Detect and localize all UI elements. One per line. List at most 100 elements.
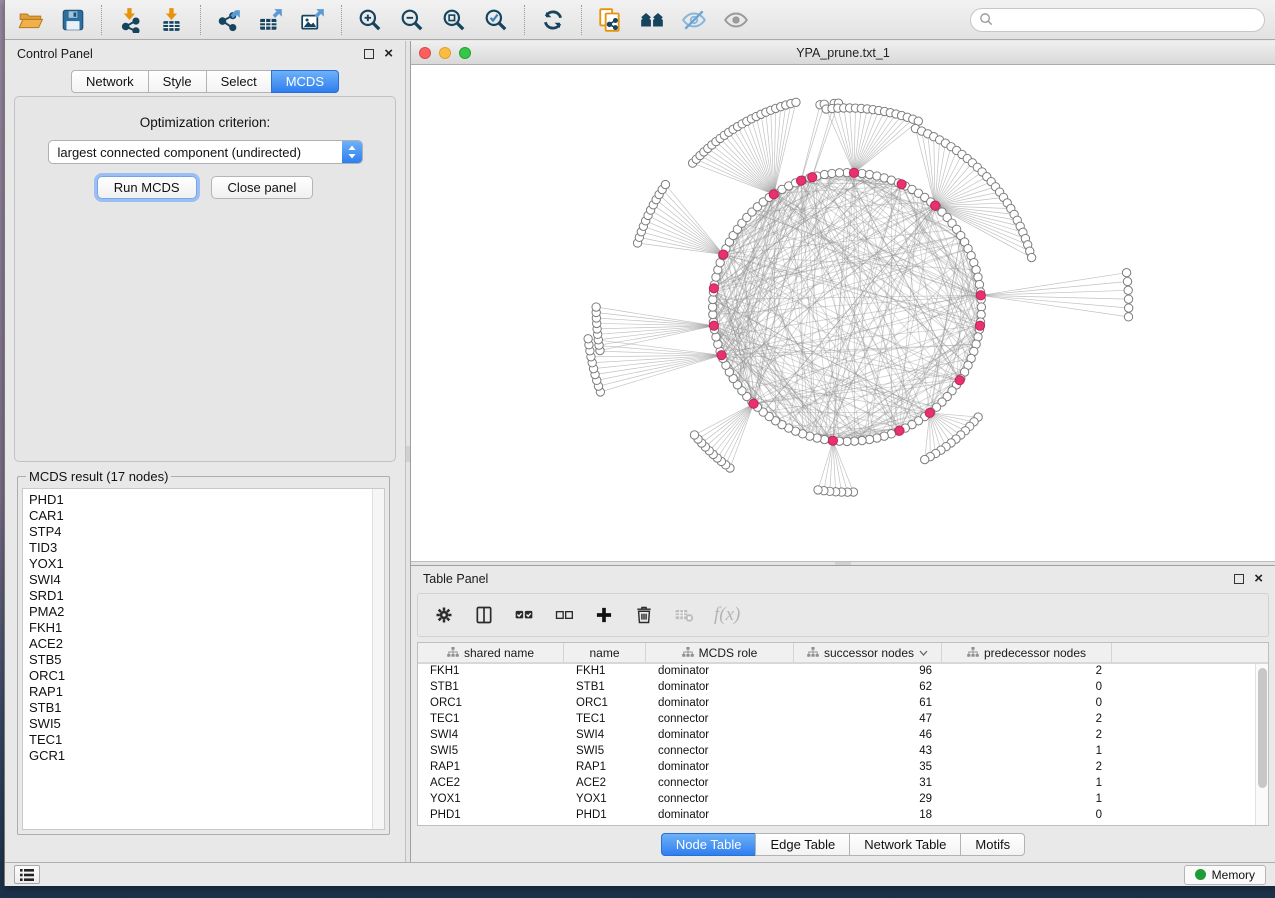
cell-name: RAP1 xyxy=(564,760,646,776)
mcds-result-item[interactable]: PMA2 xyxy=(29,604,384,620)
search-input[interactable] xyxy=(994,13,1256,27)
search-box[interactable] xyxy=(970,8,1265,32)
new-network-from-selection-icon[interactable] xyxy=(596,6,624,34)
hide-selected-icon[interactable] xyxy=(680,6,708,34)
mcds-result-item[interactable]: SRD1 xyxy=(29,588,384,604)
column-type-icon xyxy=(967,647,979,658)
memory-button[interactable]: Memory xyxy=(1184,865,1266,885)
delete-columns-icon[interactable] xyxy=(634,605,654,625)
mcds-result-item[interactable]: YOX1 xyxy=(29,556,384,572)
tab-network-table[interactable]: Network Table xyxy=(849,833,960,856)
save-session-icon[interactable] xyxy=(59,6,87,34)
table-row[interactable]: YOX1YOX1connector291 xyxy=(418,792,1268,808)
export-table-icon[interactable] xyxy=(257,6,285,34)
mcds-result-item[interactable]: STB1 xyxy=(29,700,384,716)
float-panel-icon[interactable] xyxy=(1234,574,1244,584)
import-network-file-icon[interactable] xyxy=(116,6,144,34)
cell-successor-nodes: 61 xyxy=(794,696,942,712)
cell-MCDS-role: connector xyxy=(646,776,794,792)
refresh-network-icon[interactable] xyxy=(539,6,567,34)
mcds-result-item[interactable]: FKH1 xyxy=(29,620,384,636)
toggle-columns-icon[interactable] xyxy=(474,605,494,625)
mcds-result-item[interactable]: GCR1 xyxy=(29,748,384,764)
table-scrollbar[interactable] xyxy=(1255,664,1268,825)
table-row[interactable]: FKH1FKH1dominator962 xyxy=(418,664,1268,680)
tab-style[interactable]: Style xyxy=(148,70,206,93)
deselect-all-rows-icon[interactable] xyxy=(554,605,574,625)
close-panel-icon[interactable]: × xyxy=(1254,574,1263,584)
column-header-successor-nodes[interactable]: successor nodes xyxy=(794,643,942,662)
table-row[interactable]: ACE2ACE2connector311 xyxy=(418,776,1268,792)
mcds-result-item[interactable]: TEC1 xyxy=(29,732,384,748)
zoom-fit-icon[interactable] xyxy=(440,6,468,34)
export-network-icon[interactable] xyxy=(215,6,243,34)
table-row[interactable]: SWI5SWI5connector431 xyxy=(418,744,1268,760)
zoom-out-icon[interactable] xyxy=(398,6,426,34)
tab-network[interactable]: Network xyxy=(71,70,148,93)
mcds-result-item[interactable]: TID3 xyxy=(29,540,384,556)
table-header-row: shared namenameMCDS rolesuccessor nodesp… xyxy=(418,643,1268,664)
cell-MCDS-role: connector xyxy=(646,744,794,760)
cell-successor-nodes: 18 xyxy=(794,808,942,824)
close-panel-icon[interactable]: × xyxy=(384,49,393,59)
network-view-window: YPA_prune.txt_1 xyxy=(411,41,1275,561)
mcds-result-group: MCDS result (17 nodes) PHD1CAR1STP4TID3Y… xyxy=(17,469,390,835)
table-toolbar: f(x) xyxy=(417,593,1269,637)
network-graph-canvas[interactable] xyxy=(411,65,1275,560)
close-panel-button[interactable]: Close panel xyxy=(211,176,314,199)
run-mcds-button[interactable]: Run MCDS xyxy=(97,176,197,199)
show-all-icon[interactable] xyxy=(722,6,750,34)
network-window-titlebar[interactable]: YPA_prune.txt_1 xyxy=(411,41,1275,65)
cell-name: ORC1 xyxy=(564,696,646,712)
table-row[interactable]: TEC1TEC1connector472 xyxy=(418,712,1268,728)
sort-descending-icon xyxy=(919,650,928,656)
cell-name: ACE2 xyxy=(564,776,646,792)
table-row[interactable]: RAP1RAP1dominator352 xyxy=(418,760,1268,776)
mcds-result-item[interactable]: RAP1 xyxy=(29,684,384,700)
table-row[interactable]: ORC1ORC1dominator610 xyxy=(418,696,1268,712)
column-header-name[interactable]: name xyxy=(564,643,646,662)
tab-mcds[interactable]: MCDS xyxy=(271,70,339,93)
list-scrollbar[interactable] xyxy=(372,489,384,829)
mcds-result-item[interactable]: SWI5 xyxy=(29,716,384,732)
status-menu-button[interactable] xyxy=(14,865,40,884)
mcds-result-item[interactable]: STB5 xyxy=(29,652,384,668)
column-header-MCDS-role[interactable]: MCDS role xyxy=(646,643,794,662)
mcds-result-item[interactable]: ACE2 xyxy=(29,636,384,652)
zoom-selected-icon[interactable] xyxy=(482,6,510,34)
table-mode-gear-icon[interactable] xyxy=(434,605,454,625)
memory-label: Memory xyxy=(1212,868,1255,882)
search-icon xyxy=(979,12,994,27)
float-panel-icon[interactable] xyxy=(364,49,374,59)
tab-motifs[interactable]: Motifs xyxy=(960,833,1025,856)
cell-shared-name: PHD1 xyxy=(418,808,564,824)
tab-node-table[interactable]: Node Table xyxy=(661,833,756,856)
table-row[interactable]: PHD1PHD1dominator180 xyxy=(418,808,1268,824)
mcds-result-list[interactable]: PHD1CAR1STP4TID3YOX1SWI4SRD1PMA2FKH1ACE2… xyxy=(22,488,385,830)
mcds-result-item[interactable]: PHD1 xyxy=(29,492,384,508)
column-header-shared-name[interactable]: shared name xyxy=(418,643,564,662)
cell-name: TEC1 xyxy=(564,712,646,728)
table-row[interactable]: SWI4SWI4dominator462 xyxy=(418,728,1268,744)
cell-MCDS-role: dominator xyxy=(646,760,794,776)
table-row[interactable]: STB1STB1dominator620 xyxy=(418,680,1268,696)
export-image-icon[interactable] xyxy=(299,6,327,34)
mcds-result-item[interactable]: SWI4 xyxy=(29,572,384,588)
mcds-result-item[interactable]: ORC1 xyxy=(29,668,384,684)
mcds-result-item[interactable]: CAR1 xyxy=(29,508,384,524)
table-panel-tabs: Node TableEdge TableNetwork TableMotifs xyxy=(411,833,1275,856)
first-neighbors-icon[interactable] xyxy=(638,6,666,34)
import-table-file-icon[interactable] xyxy=(158,6,186,34)
tab-select[interactable]: Select xyxy=(206,70,271,93)
tab-edge-table[interactable]: Edge Table xyxy=(755,833,849,856)
cell-MCDS-role: dominator xyxy=(646,664,794,680)
column-header-predecessor-nodes[interactable]: predecessor nodes xyxy=(942,643,1112,662)
optimization-criterion-select[interactable]: largest connected component (undirected) xyxy=(48,140,363,164)
add-column-icon[interactable] xyxy=(594,605,614,625)
open-folder-icon[interactable] xyxy=(17,6,45,34)
select-all-rows-icon[interactable] xyxy=(514,605,534,625)
mcds-result-item[interactable]: STP4 xyxy=(29,524,384,540)
zoom-in-icon[interactable] xyxy=(356,6,384,34)
selected-criterion: largest connected component (undirected) xyxy=(49,145,342,160)
cell-successor-nodes: 62 xyxy=(794,680,942,696)
